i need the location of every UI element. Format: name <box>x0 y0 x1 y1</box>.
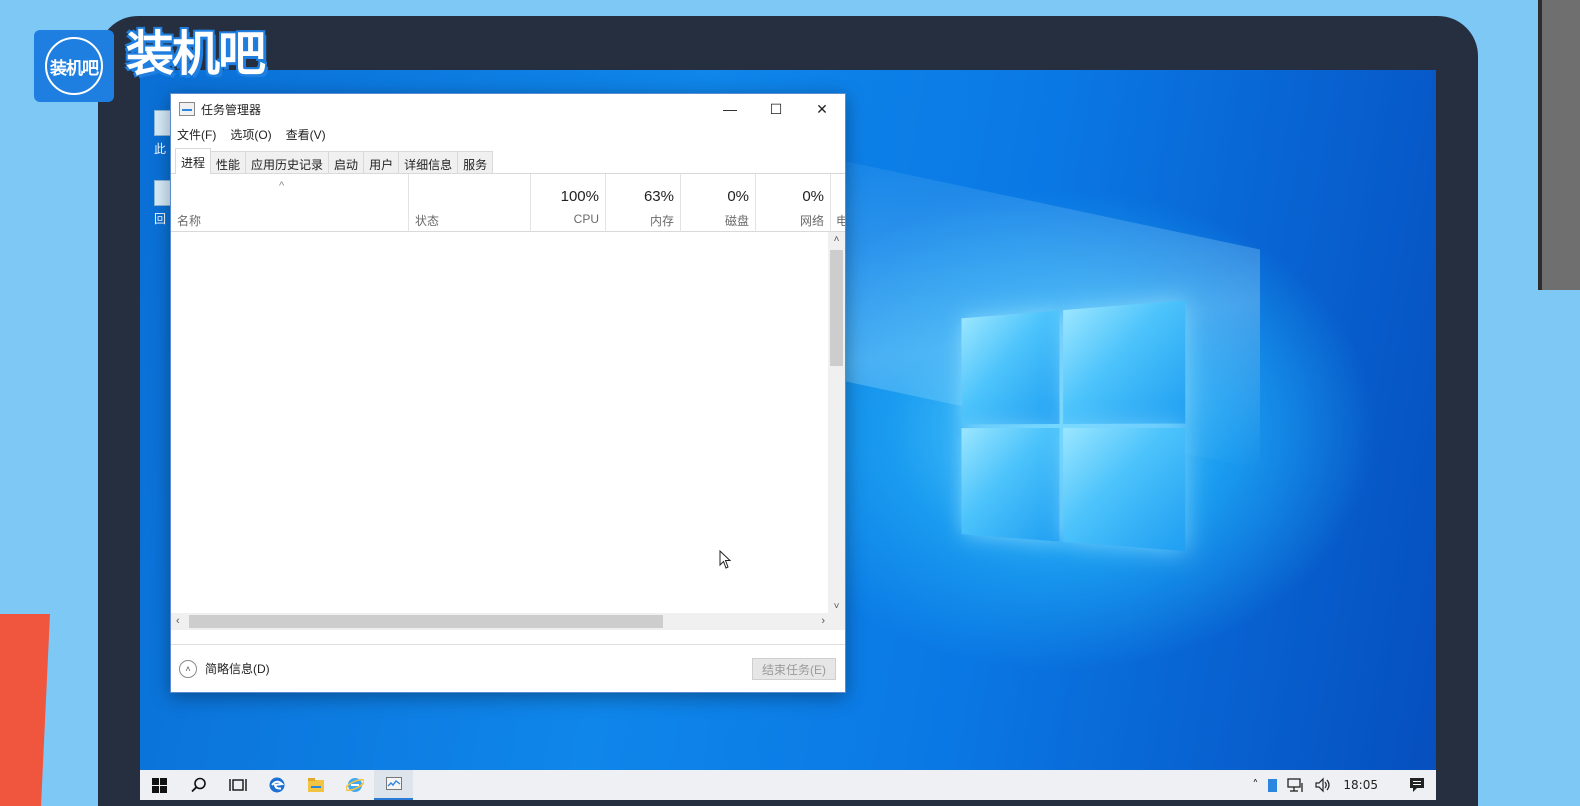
windows-start-icon <box>152 777 167 793</box>
horizontal-scroll-thumb[interactable] <box>189 615 663 628</box>
background-panel <box>1538 0 1580 290</box>
start-button[interactable] <box>140 770 179 800</box>
horizontal-scrollbar[interactable]: ‹ › <box>171 613 830 630</box>
column-cpu[interactable]: 100% CPU <box>531 174 606 232</box>
window-title: 任务管理器 <box>201 102 262 117</box>
menu-view[interactable]: 查看(V) <box>286 126 326 143</box>
tab-app-history[interactable]: 应用历史记录 <box>245 151 330 173</box>
sort-caret-icon: ^ <box>279 180 285 192</box>
scroll-down-icon[interactable]: ˅ <box>828 601 845 612</box>
task-manager-icon <box>385 777 402 790</box>
windows-logo-icon <box>961 300 1186 559</box>
column-network[interactable]: 0% 网络 <box>756 174 831 232</box>
maximize-button[interactable]: ☐ <box>753 94 799 124</box>
tab-services[interactable]: 服务 <box>457 151 494 173</box>
chevron-up-circle-icon[interactable]: ˄ <box>179 659 197 678</box>
menu-bar: 文件(F) 选项(O) 查看(V) <box>171 124 845 144</box>
column-power[interactable]: 电 <box>831 174 845 232</box>
tab-users[interactable]: 用户 <box>363 151 400 173</box>
column-header-row: ^ 名称 状态 100% CPU 63% 内存 0% 磁盘 0% 网络 电 <box>171 174 845 232</box>
end-task-button[interactable]: 结束任务(E) <box>752 658 836 680</box>
column-memory[interactable]: 63% 内存 <box>606 174 681 232</box>
decorative-shape <box>0 614 50 806</box>
task-view-button[interactable] <box>218 770 257 800</box>
taskbar-file-explorer[interactable] <box>296 770 335 800</box>
footer-bar: ˄ 简略信息(D) 结束任务(E) <box>171 644 845 692</box>
search-button[interactable] <box>179 770 218 800</box>
internet-explorer-icon <box>345 778 364 792</box>
menu-file[interactable]: 文件(F) <box>177 126 216 143</box>
scroll-left-icon[interactable]: ‹ <box>176 613 180 630</box>
notification-center-icon[interactable] <box>1408 777 1426 793</box>
brand-wordmark: 装机吧 <box>126 26 266 82</box>
menu-options[interactable]: 选项(O) <box>230 126 271 143</box>
tab-processes[interactable]: 进程 <box>175 148 212 174</box>
tab-bar: 进程 性能 应用历史记录 启动 用户 详细信息 服务 <box>171 148 845 174</box>
column-name[interactable]: ^ 名称 <box>171 174 409 232</box>
taskbar-task-manager[interactable] <box>374 770 413 800</box>
brand-logo: 装机吧 <box>34 30 114 102</box>
taskbar-edge[interactable] <box>257 770 296 800</box>
search-icon <box>190 777 206 793</box>
process-list[interactable]: ˄ ˅ ‹ › <box>171 232 845 630</box>
chevron-up-icon[interactable]: ˄ <box>1252 778 1258 792</box>
scroll-right-icon[interactable]: › <box>821 613 825 630</box>
taskbar-clock[interactable]: 18:05 <box>1343 778 1378 792</box>
column-status[interactable]: 状态 <box>409 174 531 232</box>
title-bar[interactable]: 任务管理器 — ☐ ✕ <box>171 94 845 124</box>
close-button[interactable]: ✕ <box>799 94 845 124</box>
mouse-cursor-icon <box>719 550 732 569</box>
tray-app-icon[interactable] <box>1268 778 1278 792</box>
volume-icon[interactable] <box>1315 777 1333 793</box>
folder-icon <box>307 778 324 792</box>
taskbar: ˄ 18:05 <box>140 770 1436 800</box>
vertical-scroll-thumb[interactable] <box>830 250 843 366</box>
edge-browser-icon <box>269 777 284 793</box>
minimize-button[interactable]: — <box>707 94 753 124</box>
tab-startup[interactable]: 启动 <box>328 151 365 173</box>
tab-details[interactable]: 详细信息 <box>398 151 459 173</box>
taskbar-internet-explorer[interactable] <box>335 770 374 800</box>
task-view-icon <box>228 779 247 791</box>
task-manager-icon <box>179 102 195 116</box>
brand-logo-badge: 装机吧 <box>45 37 103 95</box>
network-icon[interactable] <box>1287 777 1305 793</box>
scroll-up-icon[interactable]: ˄ <box>828 234 845 245</box>
tab-performance[interactable]: 性能 <box>210 151 247 173</box>
fewer-details-link[interactable]: 简略信息(D) <box>205 660 270 677</box>
column-disk[interactable]: 0% 磁盘 <box>681 174 756 232</box>
task-manager-window: 任务管理器 — ☐ ✕ 文件(F) 选项(O) 查看(V) 进程 性能 应用历史… <box>170 93 846 693</box>
vertical-scrollbar[interactable]: ˄ ˅ <box>828 232 845 630</box>
